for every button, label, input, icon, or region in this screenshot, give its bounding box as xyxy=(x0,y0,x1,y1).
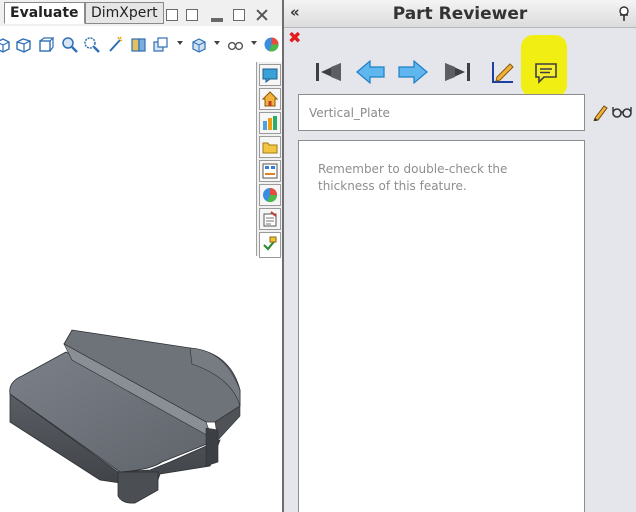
close-icon[interactable] xyxy=(256,9,268,21)
resources-icon xyxy=(262,68,278,83)
next-icon[interactable] xyxy=(396,58,430,86)
close-icon[interactable]: ✖ xyxy=(288,30,301,46)
tab-dimxpert[interactable]: DimXpert xyxy=(85,2,164,24)
task-tab-appearances[interactable] xyxy=(259,184,281,206)
glasses-icon[interactable] xyxy=(612,105,632,119)
custom-properties-icon xyxy=(263,211,277,227)
tab-evaluate[interactable]: Evaluate xyxy=(4,2,85,24)
appearances-icon xyxy=(263,188,278,203)
comment-icon[interactable] xyxy=(529,58,563,86)
zoom-select-icon[interactable] xyxy=(83,36,100,53)
3d-part-model[interactable] xyxy=(0,320,260,512)
file-explorer-icon xyxy=(262,142,278,154)
view-palette-icon xyxy=(262,163,278,179)
standard-view-icon[interactable] xyxy=(37,36,54,53)
part-reviewer-panel: Part Reviewer « ✖ Vertical_Plate Remembe… xyxy=(284,0,636,512)
section-view-icon[interactable] xyxy=(130,36,147,53)
command-manager-tabs: Evaluate DimXpert xyxy=(0,0,283,26)
zoom-area-icon[interactable] xyxy=(61,36,78,53)
task-tab-custom-properties[interactable] xyxy=(259,208,281,230)
view-cube-icon[interactable] xyxy=(15,36,32,53)
chevron-down-icon[interactable] xyxy=(177,41,183,45)
edit-comment-icon[interactable] xyxy=(486,58,520,86)
task-tab-view-palette[interactable] xyxy=(259,160,281,182)
minimize-icon[interactable] xyxy=(211,18,223,22)
task-pane-tabs xyxy=(256,62,282,258)
pencil-icon[interactable] xyxy=(592,103,608,121)
task-tab-resources[interactable] xyxy=(259,64,281,86)
magic-wand-icon[interactable] xyxy=(107,36,124,53)
task-tab-file-explorer[interactable] xyxy=(259,136,281,158)
task-tab-design-library[interactable] xyxy=(259,112,281,134)
hide-show-icon[interactable] xyxy=(227,36,244,53)
chevron-down-icon[interactable] xyxy=(251,41,257,45)
heads-up-view-toolbar xyxy=(0,31,283,57)
previous-icon[interactable] xyxy=(354,58,388,86)
zoom-to-fit-icon[interactable] xyxy=(0,36,11,53)
feature-name-field[interactable]: Vertical_Plate xyxy=(298,94,585,131)
pin-icon[interactable] xyxy=(617,6,631,22)
first-icon[interactable] xyxy=(312,58,346,86)
panel-header: Part Reviewer « xyxy=(284,0,636,28)
panel-toggle-icon[interactable] xyxy=(186,9,198,21)
part-reviewer-icon xyxy=(263,236,277,251)
collapse-icon[interactable]: « xyxy=(290,3,300,21)
restore-icon[interactable] xyxy=(233,9,245,21)
last-icon[interactable] xyxy=(440,58,474,86)
view-orientation-icon[interactable] xyxy=(190,36,207,53)
home-icon xyxy=(262,91,278,107)
comment-text-area[interactable]: Remember to double-check the thickness o… xyxy=(298,140,585,512)
task-tab-home[interactable] xyxy=(259,88,281,110)
design-library-icon xyxy=(263,116,277,130)
panel-title: Part Reviewer xyxy=(392,4,528,24)
task-tab-part-reviewer[interactable] xyxy=(259,232,281,258)
appearance-icon[interactable] xyxy=(263,36,280,53)
display-state-icon[interactable] xyxy=(152,36,169,53)
panel-toggle-icon[interactable] xyxy=(166,9,178,21)
navigation-toolbar xyxy=(308,54,588,90)
chevron-down-icon[interactable] xyxy=(214,41,220,45)
